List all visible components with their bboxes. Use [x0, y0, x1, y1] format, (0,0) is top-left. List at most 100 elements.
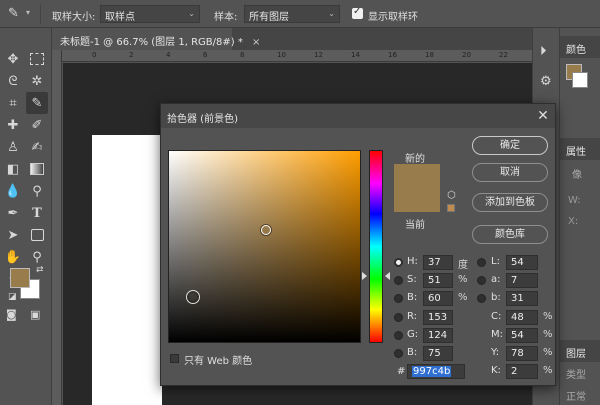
g-field[interactable]: 124	[423, 328, 453, 343]
ruler-horizontal: 0 2 4 6 8 10 12 14 16 18 20 22	[62, 50, 532, 62]
document-tab[interactable]: 未标题-1 @ 66.7% (图层 1, RGB/8#) * ×	[52, 28, 260, 50]
hue-slider[interactable]	[369, 150, 383, 343]
y-field[interactable]: 78	[506, 346, 538, 361]
eraser-icon[interactable]: ◧	[2, 158, 24, 180]
blur-icon[interactable]: 💧	[2, 180, 24, 202]
history-brush-icon[interactable]: ✍	[26, 136, 48, 158]
move-icon[interactable]: ✥	[2, 48, 24, 70]
screen-mode-icon[interactable]: ▣	[30, 308, 40, 321]
quick-mask-icon[interactable]: ◙	[6, 308, 17, 321]
w-label: W:	[568, 195, 581, 206]
h-field[interactable]: 37	[423, 255, 453, 270]
properties-hint: 像	[572, 170, 582, 181]
m-label: M:	[491, 329, 503, 340]
eyedropper-icon[interactable]: ✎	[8, 6, 19, 21]
current-color-swatch[interactable]	[394, 188, 440, 212]
m-field[interactable]: 54	[506, 328, 538, 343]
color-picker-cursor[interactable]	[261, 225, 271, 235]
shape-icon[interactable]	[26, 224, 48, 246]
brightness-field[interactable]: 60	[423, 291, 453, 306]
magic-wand-icon[interactable]: ✲	[26, 70, 48, 92]
path-select-icon[interactable]: ➤	[2, 224, 24, 246]
radio-h[interactable]	[394, 258, 403, 267]
close-icon[interactable]: ×	[252, 37, 260, 48]
healing-brush-icon[interactable]: ✚	[2, 114, 24, 136]
s-field[interactable]: 51	[423, 273, 453, 288]
brush-icon[interactable]: ✐	[26, 114, 48, 136]
dodge-icon[interactable]: ⚲	[26, 180, 48, 202]
radio-a[interactable]	[477, 276, 486, 285]
document-canvas[interactable]	[92, 135, 162, 405]
gradient-icon[interactable]	[26, 158, 48, 180]
a-field[interactable]: 7	[506, 273, 538, 288]
eyedropper-tool-icon[interactable]: ✎	[26, 92, 48, 114]
show-ring-checkbox[interactable]	[352, 6, 363, 19]
hue-slider-left-handle[interactable]	[362, 272, 367, 280]
dialog-title-bar: 拾色器 (前景色)	[161, 104, 555, 128]
web-safe-swatch[interactable]	[447, 204, 455, 212]
radio-g[interactable]	[394, 331, 403, 340]
crop-icon[interactable]: ⌗	[2, 92, 24, 114]
new-color-swatch	[394, 164, 440, 188]
blend-mode-select[interactable]: 正常	[566, 388, 586, 403]
tab-color[interactable]: 颜色	[560, 36, 600, 58]
cube-warning-icon[interactable]: ⬡	[447, 190, 456, 201]
radio-r[interactable]	[394, 313, 403, 322]
text-icon[interactable]: T	[26, 202, 48, 224]
add-to-swatches-button[interactable]: 添加到色板	[472, 193, 548, 212]
only-web-colors-checkbox[interactable]	[170, 354, 179, 363]
lab-b-field[interactable]: 31	[506, 291, 538, 306]
divider	[40, 4, 41, 24]
color-libraries-button[interactable]: 颜色库	[472, 225, 548, 244]
default-colors-icon[interactable]: ◪	[8, 292, 17, 302]
marquee-icon[interactable]	[26, 48, 48, 70]
history-icon[interactable]: ⏵	[540, 44, 547, 59]
hue-slider-right-handle[interactable]	[385, 272, 390, 280]
hand-icon[interactable]: ✋	[2, 246, 24, 268]
radio-l[interactable]	[477, 258, 486, 267]
radio-s[interactable]	[394, 276, 403, 285]
c-unit: %	[543, 311, 553, 322]
ruler-tick: 12	[314, 51, 323, 59]
swap-colors-icon[interactable]: ⇄	[36, 265, 44, 275]
foreground-color-swatch[interactable]	[10, 268, 30, 288]
ruler-tick: 10	[277, 51, 286, 59]
pen-icon[interactable]: ✒	[2, 202, 24, 224]
l-field[interactable]: 54	[506, 255, 538, 270]
tab-layers[interactable]: 图层	[560, 340, 600, 362]
c-field[interactable]: 48	[506, 310, 538, 325]
ruler-tick: 20	[462, 51, 471, 59]
r-label: R:	[407, 311, 418, 322]
chevron-down-icon: ⌄	[328, 9, 335, 18]
sample-select[interactable]: 所有图层 ⌄	[244, 5, 340, 23]
ruler-tick: 22	[499, 51, 508, 59]
new-color-label: 新的	[405, 154, 425, 165]
blue-field[interactable]: 75	[423, 346, 453, 361]
ruler-tick: 8	[240, 51, 245, 59]
blue-label: B:	[407, 347, 418, 358]
chevron-down-icon[interactable]: ▾	[26, 8, 30, 17]
saturation-brightness-field[interactable]	[168, 150, 361, 343]
stamp-icon[interactable]: ♙	[2, 136, 24, 158]
ruler-tick: 0	[92, 51, 97, 59]
tab-properties[interactable]: 属性	[560, 138, 600, 160]
panel-background-swatch[interactable]	[572, 72, 588, 88]
hex-field[interactable]: 997c4b	[407, 364, 465, 379]
radio-b[interactable]	[394, 294, 403, 303]
sample-size-select[interactable]: 取样点 ⌄	[100, 5, 200, 23]
r-field[interactable]: 153	[423, 310, 453, 325]
lasso-icon[interactable]: ᘓ	[2, 70, 24, 92]
x-label: X:	[568, 216, 579, 227]
k-field[interactable]: 2	[506, 364, 538, 379]
color-panel-title: 颜色	[566, 45, 586, 56]
radio-blue[interactable]	[394, 349, 403, 358]
close-icon[interactable]: ✕	[533, 106, 553, 126]
layers-search[interactable]: 类型	[566, 366, 586, 381]
ok-button[interactable]: 确定	[472, 136, 548, 155]
l-label: L:	[491, 256, 500, 267]
actions-icon[interactable]: ⚙	[540, 74, 552, 89]
cancel-button[interactable]: 取消	[472, 163, 548, 182]
radio-lab-b[interactable]	[477, 294, 486, 303]
lab-b-label: b:	[491, 292, 501, 303]
g-label: G:	[407, 329, 419, 340]
